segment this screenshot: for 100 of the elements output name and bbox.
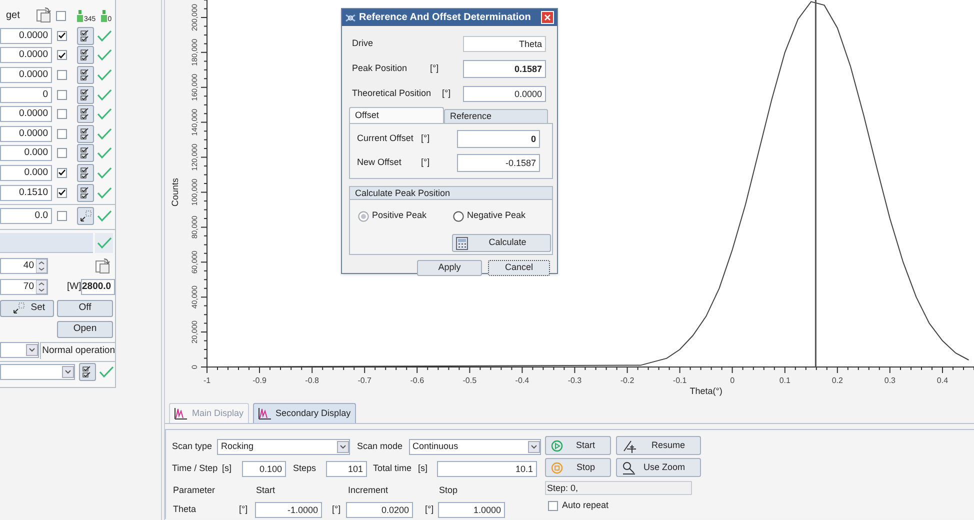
input-field[interactable]: 0.000 — [0, 145, 52, 162]
input-field[interactable]: 0.0000 — [0, 28, 52, 44]
checklist-icon — [80, 49, 91, 62]
checkbox[interactable] — [57, 211, 67, 222]
field-label: Steps — [293, 462, 318, 475]
checkbox[interactable] — [57, 50, 67, 60]
display-tab[interactable]: Secondary Display — [252, 403, 356, 423]
radio-button[interactable]: Negative Peak — [453, 209, 526, 223]
input-field[interactable]: 0 — [457, 130, 540, 148]
open-button[interactable]: Open — [57, 320, 113, 338]
input-field[interactable]: 0.0000 — [463, 86, 546, 102]
input-field[interactable]: 0.0000 — [0, 47, 52, 64]
flask-icon — [100, 9, 108, 23]
set-position-button[interactable] — [77, 207, 94, 226]
checkbox[interactable] — [57, 109, 67, 120]
readout-field[interactable]: 2800.0 — [81, 279, 115, 296]
spinner-arrows-icon[interactable] — [36, 280, 47, 294]
checklist-icon — [80, 128, 91, 140]
input-field[interactable]: 0.1587 — [463, 60, 546, 78]
resume-button[interactable]: Resume — [616, 436, 701, 455]
x-tick-label: -0.4 — [515, 376, 530, 385]
checklist-icon — [80, 108, 91, 120]
input-field[interactable]: 0.0000 — [0, 66, 52, 83]
dropdown[interactable]: Continuous — [408, 438, 541, 454]
input-field[interactable]: 0.0000 — [0, 106, 52, 122]
close-button[interactable] — [541, 11, 554, 24]
input-field[interactable]: 0.1510 — [0, 184, 52, 201]
stop-button[interactable]: Stop — [545, 458, 611, 477]
set-button[interactable]: Set — [0, 300, 54, 317]
checkbox[interactable] — [548, 500, 558, 511]
field-label: Auto repeat — [562, 499, 609, 512]
radio-button[interactable]: Positive Peak — [358, 209, 433, 223]
checkbox[interactable] — [57, 168, 67, 178]
checkbox[interactable] — [57, 70, 67, 80]
apply-button[interactable]: Apply — [417, 260, 482, 276]
use-zoom-button[interactable]: Use Zoom — [616, 458, 701, 477]
input-field[interactable]: 0.0000 — [0, 126, 52, 142]
spin-field[interactable]: 70 — [0, 279, 48, 296]
checklist-button[interactable] — [77, 124, 94, 143]
dialog-tab[interactable]: Reference — [444, 109, 548, 123]
input-field[interactable]: Theta — [463, 36, 546, 52]
stop-icon — [551, 462, 563, 474]
checklist-button[interactable] — [77, 46, 94, 64]
check-icon — [97, 128, 112, 140]
dropdown[interactable]: Rocking — [217, 438, 350, 454]
checklist-button[interactable] — [77, 66, 94, 84]
check-icon — [97, 88, 112, 101]
close-icon — [544, 14, 551, 21]
checklist-button[interactable] — [77, 164, 94, 182]
x-tick-label: -0.8 — [305, 376, 319, 385]
unit-label: [°] — [421, 132, 431, 146]
checklist-button[interactable] — [79, 363, 96, 382]
input-field[interactable]: -1.0000 — [255, 502, 322, 518]
status-field: Step: 0, — [545, 481, 692, 495]
spinner-arrows-icon[interactable] — [36, 259, 47, 274]
input-field[interactable]: 0.0 — [0, 208, 52, 224]
field-label: Current Offset — [356, 132, 414, 146]
unit-label: [°] — [430, 62, 440, 75]
input-field[interactable]: 0.0200 — [346, 502, 413, 518]
checkbox[interactable] — [57, 90, 67, 100]
input-field[interactable]: 1.0000 — [438, 502, 505, 518]
checklist-icon — [80, 166, 91, 179]
dialog-tab[interactable]: Offset — [349, 107, 444, 123]
field-label: [°] — [332, 503, 342, 516]
document-copy-icon — [36, 7, 52, 23]
calculate-button[interactable]: Calculate — [452, 234, 551, 252]
input-field[interactable]: 10.1 — [437, 460, 537, 476]
start-button[interactable]: Start — [545, 436, 611, 455]
checklist-button[interactable] — [77, 144, 94, 162]
input-field[interactable]: 0.000 — [0, 164, 52, 181]
checkbox[interactable] — [57, 128, 67, 139]
x-tick-label: -0.7 — [358, 376, 372, 385]
field-label: Stop — [439, 484, 458, 497]
check-icon — [97, 186, 112, 199]
cancel-button[interactable]: Cancel — [488, 260, 550, 276]
checkbox[interactable] — [57, 30, 67, 41]
group-title: Calculate Peak Position — [350, 187, 552, 200]
x-tick-label: 0 — [730, 376, 735, 385]
y-axis-title: Counts — [170, 178, 180, 206]
check-icon — [97, 68, 112, 81]
checkbox[interactable] — [57, 188, 67, 198]
calculator-icon — [456, 236, 468, 250]
spin-field[interactable]: 40 — [0, 258, 48, 274]
input-field[interactable]: 101 — [326, 460, 367, 476]
input-field[interactable]: 0.100 — [242, 460, 286, 476]
dialog-title: Reference And Offset Determination — [359, 11, 532, 25]
off-button[interactable]: Off — [57, 300, 113, 317]
checkbox[interactable] — [56, 11, 66, 21]
field-label: [s] — [222, 462, 233, 475]
input-field[interactable]: 0 — [0, 86, 52, 103]
checkbox[interactable] — [57, 148, 67, 158]
check-icon — [99, 366, 114, 378]
checklist-button[interactable] — [77, 86, 94, 104]
x-tick-label: -1 — [203, 376, 211, 385]
check-icon — [97, 147, 112, 160]
input-field[interactable]: -0.1587 — [457, 154, 540, 172]
field-label: [°] — [425, 503, 435, 516]
checklist-button[interactable] — [77, 184, 94, 202]
checklist-button[interactable] — [77, 105, 94, 124]
checklist-button[interactable] — [77, 26, 94, 45]
